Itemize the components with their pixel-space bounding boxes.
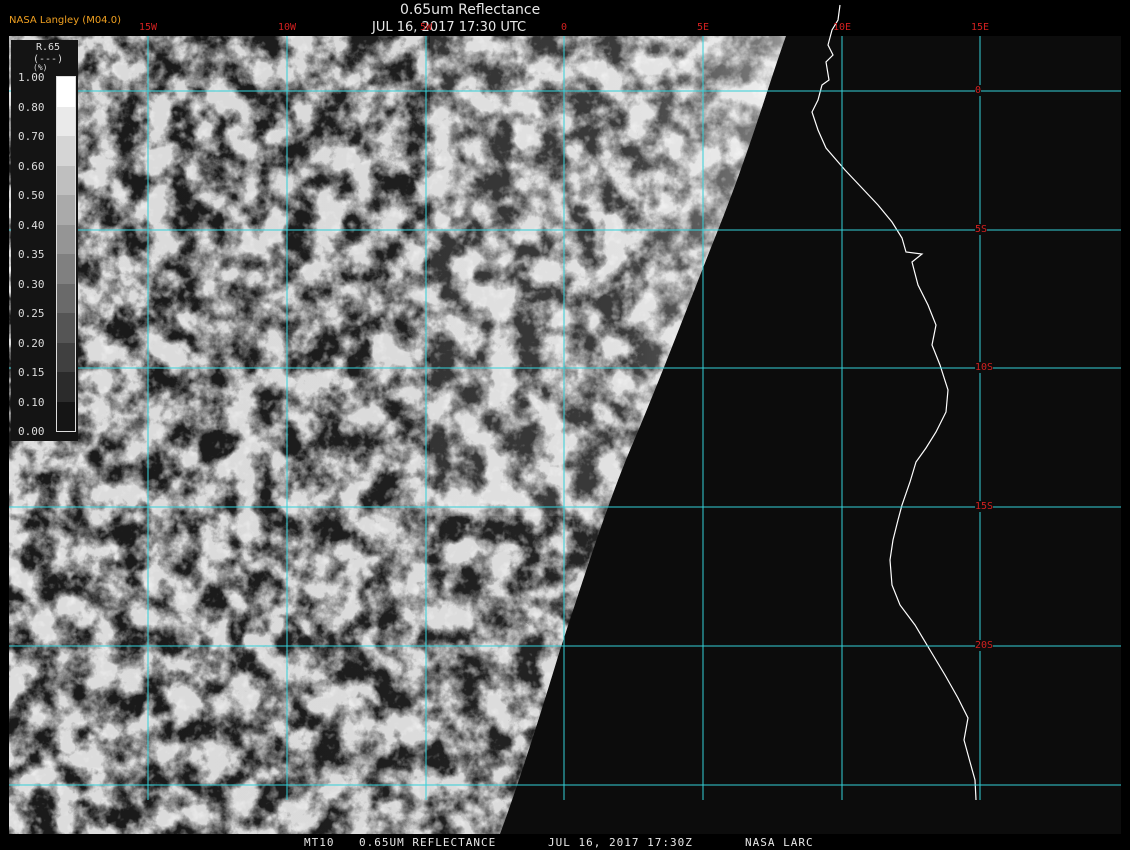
longitude-label: 15W <box>138 22 158 33</box>
latitude-label: 5S <box>975 224 988 235</box>
legend-swatch <box>57 254 75 284</box>
legend-tick-label: 0.60 <box>18 159 45 173</box>
latitude-label: 20S <box>975 640 994 651</box>
satellite-image-viewer: NASA Langley (M04.0) 0.65um Reflectance … <box>0 0 1130 850</box>
legend-swatch <box>57 165 75 195</box>
legend-swatch <box>57 313 75 343</box>
legend-swatch <box>57 77 75 107</box>
longitude-label: 5E <box>696 22 710 33</box>
agency-label: NASA Langley (M04.0) <box>9 15 121 26</box>
footer-satellite: MT10 <box>304 836 335 849</box>
legend-swatch <box>57 136 75 166</box>
legend-tick-label: 0.40 <box>18 218 45 232</box>
legend-tick-label: 1.00 <box>18 71 45 84</box>
legend-swatch <box>57 401 75 431</box>
legend-swatch <box>57 372 75 402</box>
legend-tick-label: 0.80 <box>18 100 45 114</box>
image-title: 0.65um Reflectance <box>400 2 541 18</box>
legend-swatch <box>57 342 75 372</box>
legend-tick-label: 0.35 <box>18 248 45 261</box>
legend-tick-label: 0.20 <box>18 336 45 350</box>
longitude-label: 5W <box>419 22 433 33</box>
legend-product: R.65 <box>36 42 61 53</box>
legend-tick-label: 0.15 <box>18 366 45 379</box>
longitude-label: 15E <box>970 22 990 33</box>
latitude-label: 10S <box>975 362 994 373</box>
latitude-label: 15S <box>975 501 994 512</box>
legend-tick-label: 0.30 <box>18 277 45 291</box>
legend-swatch <box>57 283 75 313</box>
legend-tick-label: 0.10 <box>18 395 45 409</box>
map-canvas <box>0 0 1130 850</box>
legend-swatch <box>57 195 75 225</box>
footer-datetime: JUL 16, 2017 17:30Z <box>548 836 693 849</box>
longitude-label: 10W <box>277 22 297 33</box>
latitude-label: 0 <box>975 85 982 96</box>
legend-tick-label: 0.00 <box>18 425 45 438</box>
legend-swatch <box>57 106 75 136</box>
longitude-label: 10E <box>832 22 852 33</box>
legend-tick-label: 0.25 <box>18 307 45 320</box>
legend-colorbar <box>56 76 76 432</box>
longitude-label: 0 <box>560 22 568 33</box>
legend-swatch <box>57 224 75 254</box>
legend-tick-label: 0.70 <box>18 130 45 143</box>
footer-source: NASA LARC <box>745 836 814 849</box>
footer-product: 0.65UM REFLECTANCE <box>359 836 497 849</box>
image-datetime: JUL 16, 2017 17:30 UTC <box>372 20 527 35</box>
color-legend: R.65 (---) (%) 1.00 0.80 0.70 0.60 0.50 0.40 0… <box>11 40 78 441</box>
legend-tick-label: 0.50 <box>18 189 45 202</box>
